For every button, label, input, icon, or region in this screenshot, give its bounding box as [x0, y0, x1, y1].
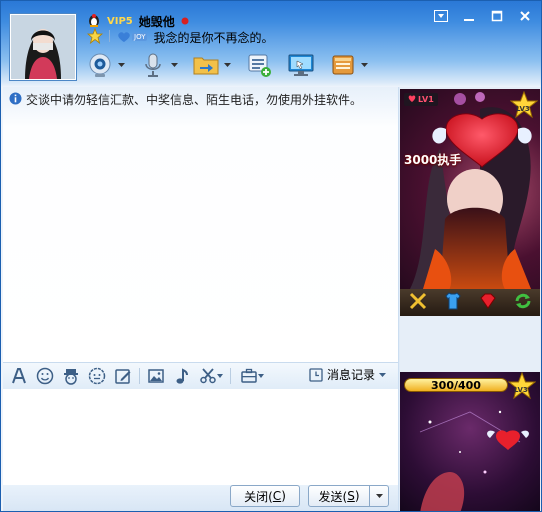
show-panel: LV1 LV3 3000执手 300/400 LV3	[400, 87, 541, 511]
image-icon	[148, 369, 164, 383]
chevron-down-icon	[375, 494, 383, 498]
level-star-badge: LV3	[509, 90, 539, 119]
heart-count-text: 3000执手	[404, 153, 462, 167]
close-button[interactable]	[513, 7, 537, 25]
swap-arrows-icon[interactable]	[408, 291, 428, 314]
close-icon	[520, 11, 530, 21]
info-icon	[9, 92, 22, 108]
chevron-down-icon[interactable]	[222, 60, 232, 70]
level-star-badge: LV3	[507, 372, 537, 400]
minimize-icon	[464, 19, 474, 21]
chevron-down-icon	[379, 372, 386, 377]
chevron-down-icon	[217, 374, 223, 378]
folder-transfer-icon	[191, 50, 221, 80]
format-toolbar: 消息记录	[3, 362, 398, 390]
close-chat-label-end: )	[281, 489, 286, 503]
send-hotkey: S	[347, 489, 355, 503]
hp-progress-text: 300/400	[431, 378, 481, 392]
joy-label: JOY	[132, 33, 148, 41]
chat-toolbar	[85, 50, 381, 80]
joy-heart-icon[interactable]: JOY	[117, 31, 148, 43]
show-character-image	[410, 92, 535, 299]
app-tools-button[interactable]	[237, 366, 267, 386]
remote-assist-button[interactable]	[286, 50, 316, 80]
send-image-button[interactable]	[146, 366, 166, 386]
monitor-icon	[286, 50, 316, 80]
smiley-icon	[36, 367, 54, 385]
apps-button[interactable]	[328, 50, 369, 80]
ruby-gem-icon[interactable]	[478, 291, 498, 314]
dropdown-box-icon	[434, 10, 448, 22]
send-label-end: )	[354, 489, 360, 503]
font-icon	[12, 368, 26, 384]
refresh-icon[interactable]	[513, 291, 533, 314]
chevron-down-icon	[258, 374, 264, 378]
webcam-icon	[85, 50, 115, 80]
vip-badge[interactable]: VIP5	[107, 16, 133, 27]
message-input[interactable]	[3, 389, 398, 485]
minimize-button[interactable]	[457, 7, 481, 25]
send-label: 发送(	[318, 489, 348, 504]
send-button[interactable]: 发送(S)	[308, 485, 370, 507]
chevron-down-icon[interactable]	[169, 60, 179, 70]
favorite-face-button[interactable]	[87, 366, 107, 386]
pencil-icon	[115, 369, 131, 384]
security-notice-text: 交谈中请勿轻信汇款、中奖信息、陌生电话，勿使用外挂软件。	[26, 93, 363, 107]
magic-face-button[interactable]	[61, 366, 81, 386]
chevron-down-icon[interactable]	[359, 60, 369, 70]
video-button[interactable]	[85, 50, 126, 80]
list-add-icon	[244, 50, 274, 80]
music-note-icon	[176, 368, 188, 384]
my-show-avatar[interactable]: 300/400 LV3	[400, 372, 540, 511]
voice-button[interactable]	[138, 50, 179, 80]
security-notice: 交谈中请勿轻信汇款、中奖信息、陌生电话，勿使用外挂软件。	[9, 91, 362, 108]
bottom-bar: 关闭(C) 发送(S)	[3, 485, 398, 511]
chat-history-area[interactable]: 交谈中请勿轻信汇款、中奖信息、陌生电话，勿使用外挂软件。	[3, 87, 398, 362]
music-button[interactable]	[172, 366, 192, 386]
window-controls	[429, 7, 537, 25]
message-history-label: 消息记录	[326, 368, 375, 382]
maximize-icon	[491, 10, 503, 22]
close-chat-hotkey: C	[272, 489, 282, 503]
cookie-face-icon	[88, 367, 106, 385]
level-star-text: LV3	[516, 105, 530, 113]
contact-show-avatar[interactable]: LV1 LV3 3000执手	[400, 89, 540, 316]
hat-face-icon	[64, 369, 78, 385]
level-badge: LV1	[404, 93, 438, 106]
briefcase-icon	[241, 368, 257, 383]
screenshot-button[interactable]	[198, 366, 224, 386]
chat-window: VIP5 她毁他 JOY 我念的是你不再念的。 交谈中请勿轻信汇款、中奖信息、陌…	[0, 0, 542, 512]
signature-row: JOY 我念的是你不再念的。	[86, 27, 274, 47]
message-history-button[interactable]: 消息记录	[309, 366, 386, 383]
contact-nickname: 她毁他	[138, 14, 175, 29]
group-chat-button[interactable]	[244, 50, 274, 80]
toolbar-separator	[230, 368, 231, 384]
doodle-button[interactable]	[113, 366, 133, 386]
scissors-icon	[200, 368, 216, 384]
toolbar-separator	[139, 368, 140, 384]
history-clock-icon	[309, 367, 323, 382]
level-badge-text: LV1	[418, 95, 434, 104]
send-options-button[interactable]	[369, 485, 389, 507]
close-chat-button[interactable]: 关闭(C)	[230, 485, 300, 507]
menu-button[interactable]	[429, 7, 453, 25]
level-heart-icon	[408, 95, 416, 104]
separator-icon	[109, 29, 111, 45]
maximize-button[interactable]	[485, 7, 509, 25]
font-button[interactable]	[9, 366, 29, 386]
send-file-button[interactable]	[191, 50, 232, 80]
star-icon[interactable]	[86, 27, 104, 47]
contact-avatar[interactable]	[10, 14, 76, 80]
tshirt-icon[interactable]	[443, 291, 463, 314]
microphone-icon	[138, 50, 168, 80]
contact-signature: 我念的是你不再念的。	[153, 30, 274, 45]
level-star-text: LV3	[514, 386, 528, 394]
app-box-icon	[328, 50, 358, 80]
status-dot-icon	[181, 14, 189, 28]
chevron-down-icon[interactable]	[116, 60, 126, 70]
hp-progress-bar: 300/400	[404, 378, 508, 392]
emoticon-button[interactable]	[35, 366, 55, 386]
close-chat-label: 关闭(	[244, 489, 273, 504]
show-action-bar	[400, 289, 540, 316]
